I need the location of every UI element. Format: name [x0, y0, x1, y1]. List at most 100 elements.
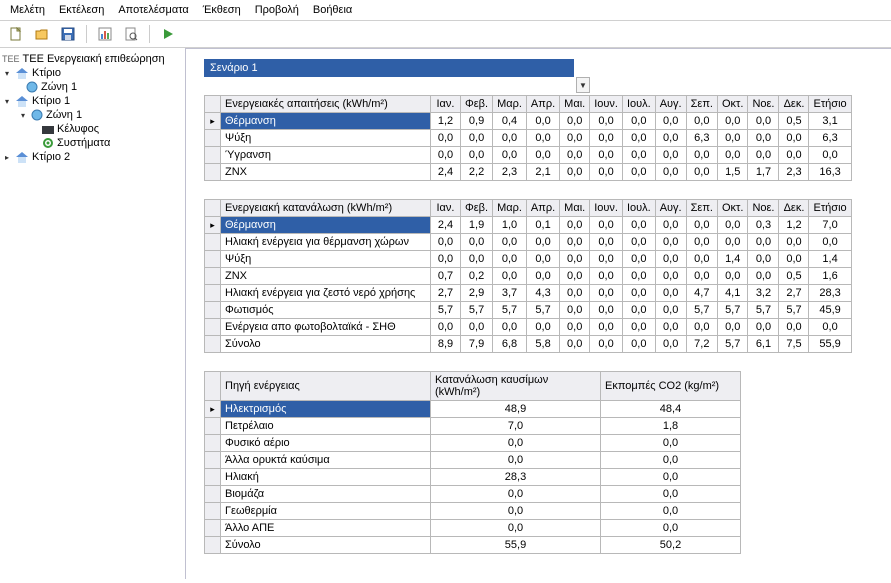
cell: 1,4	[717, 251, 747, 268]
cell: 0,5	[779, 113, 809, 130]
house-icon	[15, 67, 29, 79]
cell: 0,0	[601, 486, 741, 503]
chevron-down-icon[interactable]: ▼	[576, 77, 590, 93]
folder-icon	[42, 124, 54, 134]
cell: 0,0	[655, 285, 686, 302]
cell: 0,0	[493, 268, 527, 285]
cell: 0,0	[526, 268, 559, 285]
cell: 55,9	[809, 336, 851, 353]
tree-root[interactable]: TEE ΤΕΕ Ενεργειακή επιθεώρηση	[2, 52, 183, 66]
cell: 0,0	[560, 251, 590, 268]
tree-systems[interactable]: Συστήματα	[2, 136, 183, 150]
row-label: Φυσικό αέριο	[221, 435, 431, 452]
menu-item[interactable]: Προβολή	[255, 4, 299, 16]
cell: 0,0	[686, 113, 717, 130]
cell: 0,0	[622, 234, 655, 251]
cell: 45,9	[809, 302, 851, 319]
row-label: Ψύξη	[221, 130, 431, 147]
collapse-icon[interactable]: ▾	[2, 96, 12, 106]
menu-item[interactable]: Αποτελέσματα	[118, 4, 188, 16]
cell: 1,7	[748, 164, 779, 181]
cell: 0,3	[748, 217, 779, 234]
cell: 0,7	[431, 268, 461, 285]
cell: 48,4	[601, 401, 741, 418]
cell: 0,0	[686, 217, 717, 234]
tree-envelope[interactable]: Κέλυφος	[2, 122, 183, 136]
cell: 1,2	[779, 217, 809, 234]
cell: 0,0	[590, 319, 623, 336]
cell: 0,0	[655, 147, 686, 164]
menu-item[interactable]: Μελέτη	[10, 4, 45, 16]
menu-item[interactable]: Βοήθεια	[313, 4, 352, 16]
energy-source-table[interactable]: Πηγή ενέργειαςΚατανάλωση καυσίμων (kWh/m…	[204, 371, 741, 554]
cell: 0,0	[717, 234, 747, 251]
cell: 0,0	[560, 147, 590, 164]
scenario-combo[interactable]: Σενάριο 1	[204, 59, 574, 77]
cell: 4,7	[686, 285, 717, 302]
cell: 0,0	[526, 130, 559, 147]
row-label: Ηλιακή ενέργεια για θέρμανση χώρων	[221, 234, 431, 251]
cell: 0,0	[748, 113, 779, 130]
cell: 5,8	[526, 336, 559, 353]
cell: 0,0	[622, 130, 655, 147]
cell: 0,0	[431, 147, 461, 164]
cell: 1,2	[431, 113, 461, 130]
cell: 0,0	[601, 435, 741, 452]
cell: 0,0	[590, 268, 623, 285]
row-indicator	[205, 486, 221, 503]
cell: 0,0	[622, 113, 655, 130]
cell: 3,2	[748, 285, 779, 302]
cell: 0,0	[431, 452, 601, 469]
cell: 0,0	[809, 234, 851, 251]
content-panel: Σενάριο 1 ▼ Ενεργειακές απαιτήσεις (kWh/…	[186, 48, 891, 579]
cell: 0,0	[622, 336, 655, 353]
energy-demand-table[interactable]: Ενεργειακές απαιτήσεις (kWh/m²)Ιαν.Φεβ.Μ…	[204, 95, 852, 181]
menu-item[interactable]: Έκθεση	[203, 4, 241, 16]
collapse-icon[interactable]: ▾	[2, 68, 12, 78]
cell: 5,7	[779, 302, 809, 319]
gear-icon	[42, 137, 54, 149]
cell: 16,3	[809, 164, 851, 181]
cell: 0,0	[590, 113, 623, 130]
collapse-icon[interactable]: ▾	[18, 110, 28, 120]
tree-building[interactable]: ▸ Κτίριο 2	[2, 150, 183, 164]
tree-building[interactable]: ▾ Κτίριο 1	[2, 94, 183, 108]
tree-building[interactable]: ▾ Κτίριο	[2, 66, 183, 80]
cell: 0,0	[655, 319, 686, 336]
cell: 50,2	[601, 537, 741, 554]
cell: 0,0	[655, 217, 686, 234]
cell: 0,0	[493, 251, 527, 268]
expand-icon[interactable]: ▸	[2, 152, 12, 162]
cell: 0,5	[779, 268, 809, 285]
cell: 2,7	[779, 285, 809, 302]
cell: 0,0	[431, 503, 601, 520]
cell: 28,3	[431, 469, 601, 486]
row-label: Θέρμανση	[221, 217, 431, 234]
menu-item[interactable]: Εκτέλεση	[59, 4, 104, 16]
cell: 0,0	[431, 251, 461, 268]
preview-icon[interactable]	[121, 24, 141, 44]
cell: 3,7	[493, 285, 527, 302]
row-indicator	[205, 469, 221, 486]
row-indicator	[205, 319, 221, 336]
save-icon[interactable]	[58, 24, 78, 44]
cell: 0,0	[686, 268, 717, 285]
cell: 48,9	[431, 401, 601, 418]
cell: 7,0	[431, 418, 601, 435]
cell: 0,0	[622, 147, 655, 164]
new-icon[interactable]	[6, 24, 26, 44]
separator-icon	[149, 25, 150, 43]
cell: 0,0	[590, 217, 623, 234]
cell: 0,0	[461, 234, 493, 251]
row-label: Ύγρανση	[221, 147, 431, 164]
cell: 0,0	[655, 251, 686, 268]
open-icon[interactable]	[32, 24, 52, 44]
tree-zone[interactable]: ▾ Ζώνη 1	[2, 108, 183, 122]
tree-zone[interactable]: Ζώνη 1	[2, 80, 183, 94]
row-label: ΖΝΧ	[221, 164, 431, 181]
energy-consumption-table[interactable]: Ενεργειακή κατανάλωση (kWh/m²)Ιαν.Φεβ.Μα…	[204, 199, 852, 353]
run-icon[interactable]	[158, 24, 178, 44]
chart-icon[interactable]	[95, 24, 115, 44]
cell: 0,0	[493, 234, 527, 251]
cell: 4,1	[717, 285, 747, 302]
